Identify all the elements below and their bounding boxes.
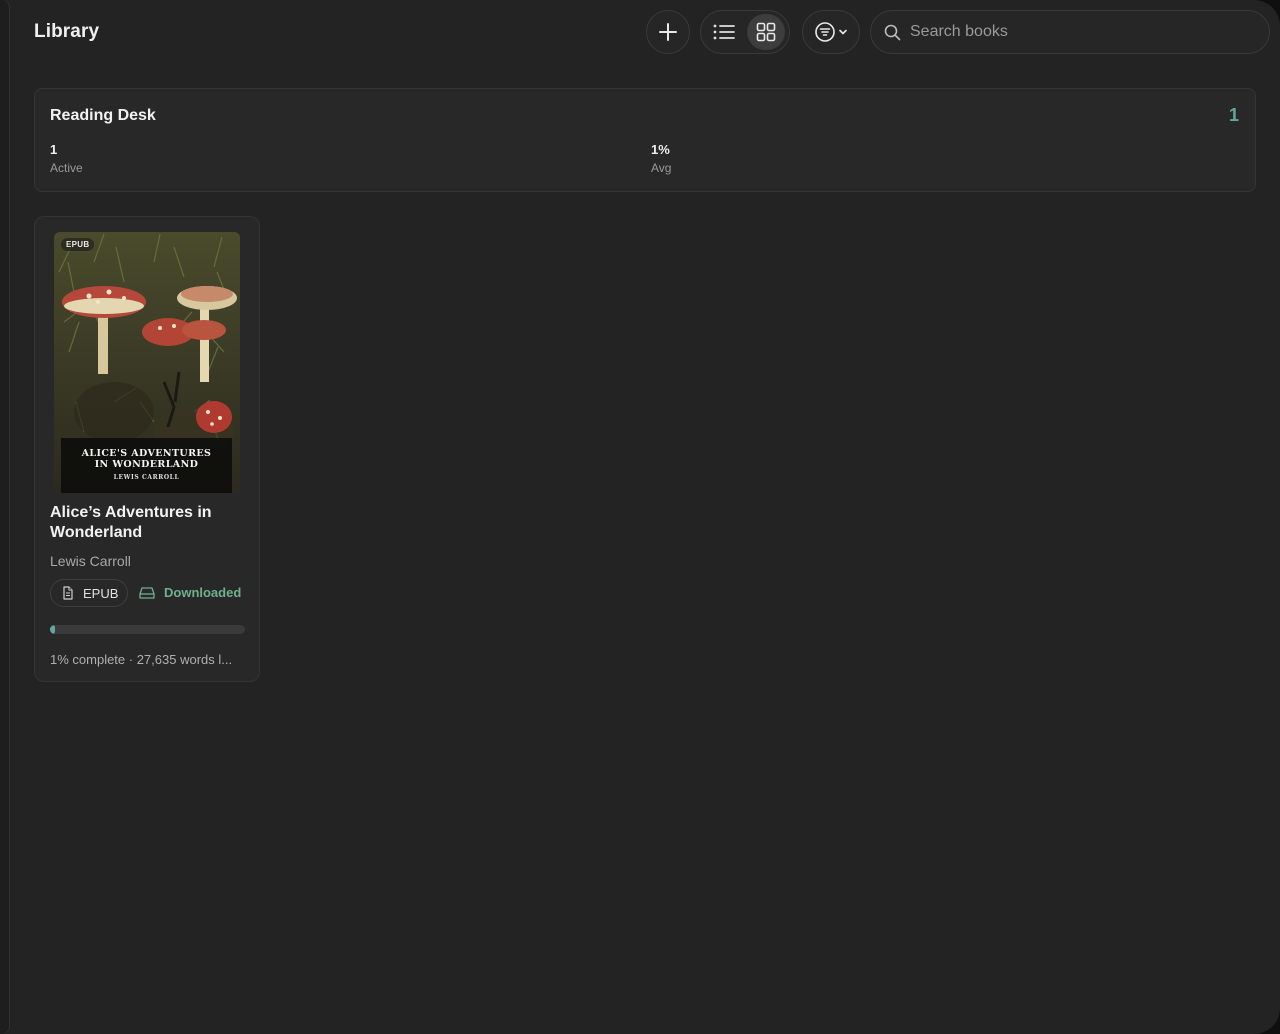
download-status-label: Downloaded <box>164 585 242 600</box>
download-status: Downloaded <box>139 585 241 600</box>
format-label: EPUB <box>83 585 119 601</box>
stat-avg: 1% Avg <box>651 142 671 175</box>
reading-progress-fill <box>50 625 55 634</box>
page-title: Library <box>34 21 100 42</box>
filter-button[interactable] <box>802 10 860 54</box>
grid-icon <box>756 22 776 42</box>
sidebar-edge[interactable] <box>0 0 10 1034</box>
chevron-down-icon <box>839 29 847 35</box>
reading-desk-title: Reading Desk <box>50 107 156 124</box>
stat-active-value: 1 <box>50 142 58 157</box>
cover-format-badge: EPUB <box>61 238 95 251</box>
book-cover[interactable]: EPUB ALICE'S ADVENTURES IN WONDERLAND LE… <box>54 232 240 493</box>
document-icon <box>63 586 73 600</box>
search-icon <box>884 24 901 40</box>
list-view-button[interactable] <box>705 14 743 50</box>
drive-icon <box>139 586 155 599</box>
grid-view-button[interactable] <box>747 14 785 50</box>
list-icon <box>713 24 735 40</box>
book-card[interactable]: EPUB ALICE'S ADVENTURES IN WONDERLAND LE… <box>34 216 260 682</box>
reading-desk-count: 1 <box>1228 105 1239 125</box>
cover-author: LEWIS CARROLL <box>113 474 180 481</box>
book-title[interactable]: Alice’s Adventures in Wonderland <box>50 503 240 543</box>
search-input[interactable] <box>910 23 1240 41</box>
stat-active-label: Active <box>50 161 83 175</box>
search-bar[interactable] <box>870 10 1270 54</box>
format-chip: EPUB <box>50 579 128 607</box>
reading-progress-bar <box>50 625 245 634</box>
stat-active: 1 Active <box>50 142 83 175</box>
plus-icon <box>659 23 677 41</box>
book-author: Lewis Carroll <box>50 553 131 569</box>
library-window: Library Search books Reading Desk 1 1 Ac… <box>0 0 1280 1034</box>
reading-progress-text: 1% complete · 27,635 words l... <box>50 652 233 667</box>
cover-title-band: ALICE'S ADVENTURES IN WONDERLAND LEWIS C… <box>61 438 232 493</box>
reading-desk-panel: Reading Desk 1 1 Active 1% Avg <box>34 88 1256 192</box>
view-mode-toggle <box>700 10 790 54</box>
stat-avg-value: 1% <box>651 142 670 157</box>
cover-title: ALICE'S ADVENTURES IN WONDERLAND <box>81 448 212 470</box>
stat-avg-label: Avg <box>651 161 672 175</box>
filter-icon <box>815 22 835 42</box>
add-book-button[interactable] <box>646 10 690 54</box>
